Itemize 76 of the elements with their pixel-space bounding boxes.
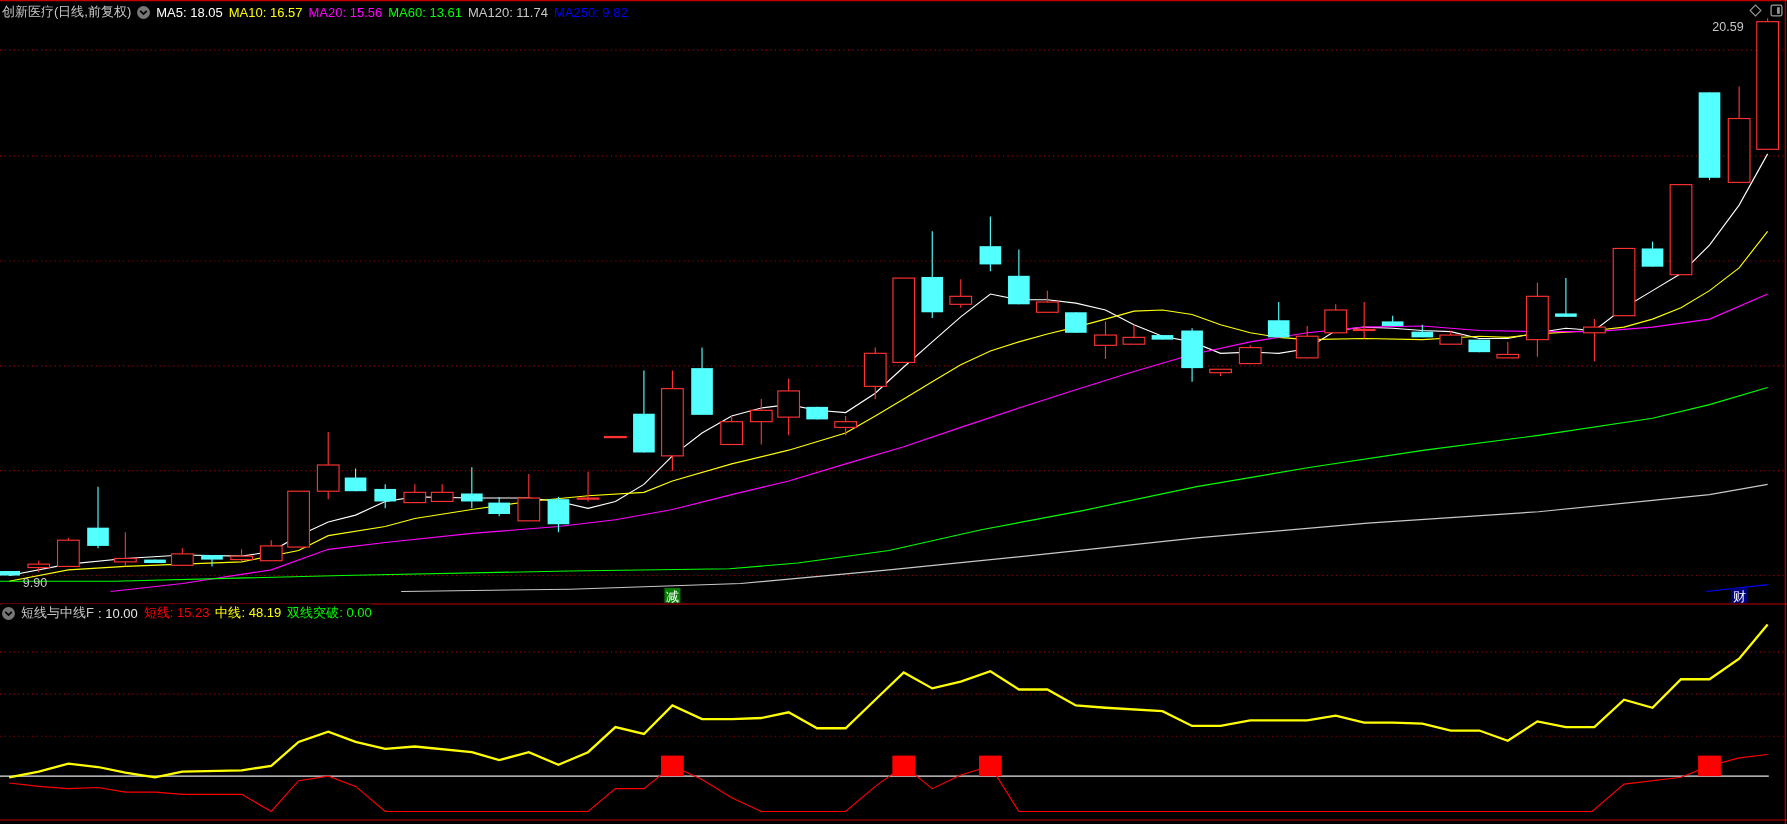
- stock-title: 创新医疗(日线,前复权): [2, 3, 132, 21]
- indicator-value: 中线: 48.19: [215, 604, 282, 622]
- candlestick: [403, 483, 427, 504]
- diamond-icon[interactable]: [1749, 4, 1762, 17]
- candlestick: [691, 347, 713, 416]
- candlestick: [806, 406, 828, 420]
- candlestick: [1035, 290, 1059, 313]
- indicator-param: : 10.00: [97, 605, 138, 621]
- ma-value: MA120: 11.74: [467, 4, 548, 20]
- candlestick: [1238, 344, 1262, 365]
- candlestick: [1151, 334, 1174, 341]
- breakout-signal: [1698, 755, 1721, 777]
- candlestick: [1209, 368, 1232, 377]
- candlestick: [287, 490, 310, 548]
- panel-icon[interactable]: [1770, 4, 1783, 17]
- candlestick: [230, 548, 253, 563]
- candlestick: [749, 398, 773, 446]
- high-price-label: 20.59: [1712, 19, 1744, 34]
- candlestick: [201, 554, 223, 567]
- collapse-icon[interactable]: [137, 5, 151, 19]
- candlestick: [834, 415, 858, 436]
- candlestick: [113, 531, 137, 567]
- indicator-value: 短线: 15.23: [143, 604, 210, 622]
- candlestick: [1267, 301, 1290, 338]
- ma-value: MA250: 9.82: [553, 4, 628, 20]
- candlestick: [259, 539, 283, 562]
- candlestick: [344, 467, 367, 492]
- ma-value: MA5: 18.05: [156, 4, 223, 20]
- candlestick: [1583, 318, 1606, 362]
- candlestick: [1468, 339, 1491, 353]
- candlestick: [1094, 320, 1117, 360]
- candlestick: [720, 415, 744, 446]
- candlestick: [1122, 324, 1146, 345]
- candlestick: [0, 570, 20, 577]
- ma-value: MA20: 15.56: [308, 4, 383, 20]
- event-marker: 减: [664, 588, 681, 604]
- candlestick: [1295, 325, 1319, 359]
- candlestick: [374, 483, 397, 509]
- candlestick: [604, 435, 627, 439]
- candlestick: [461, 466, 483, 509]
- candlestick: [1065, 311, 1087, 334]
- candlestick: [430, 483, 454, 503]
- candlestick: [1439, 329, 1463, 345]
- candlestick: [488, 496, 510, 517]
- candlestick: [1641, 241, 1664, 268]
- candlestick: [547, 496, 570, 533]
- candlestick: [1496, 341, 1520, 359]
- breakout-signal: [661, 755, 684, 777]
- candlestick: [1352, 301, 1376, 340]
- candlestick: [87, 486, 109, 549]
- breakout-signal: [979, 755, 1002, 777]
- candlestick: [1008, 249, 1030, 305]
- collapse-icon[interactable]: [2, 606, 15, 620]
- candlestick: [57, 537, 80, 567]
- ma-value: MA10: 16.57: [228, 4, 303, 20]
- indicator-title: 短线与中线F: [21, 604, 94, 622]
- breakout-signal: [892, 755, 916, 777]
- indicator-value: 双线突破: 0.00: [287, 604, 372, 622]
- candlestick: [1324, 303, 1348, 334]
- candlestick: [1612, 247, 1636, 317]
- candlestick: [1181, 327, 1203, 383]
- candlestick: [777, 377, 801, 436]
- candlestick: [1381, 315, 1404, 327]
- candlestick: [517, 473, 541, 522]
- candlestick: [27, 560, 51, 573]
- candlestick: [949, 278, 973, 309]
- event-marker: 财: [1731, 588, 1748, 604]
- candlestick: [170, 547, 194, 566]
- candlestick: [863, 347, 887, 400]
- candlestick: [316, 431, 340, 500]
- ma-value: MA60: 13.61: [388, 4, 462, 20]
- candlestick: [1411, 324, 1434, 338]
- candlestick: [144, 559, 166, 564]
- candlestick: [1555, 277, 1577, 318]
- candlestick: [576, 471, 600, 503]
- candlestick: [979, 216, 1002, 272]
